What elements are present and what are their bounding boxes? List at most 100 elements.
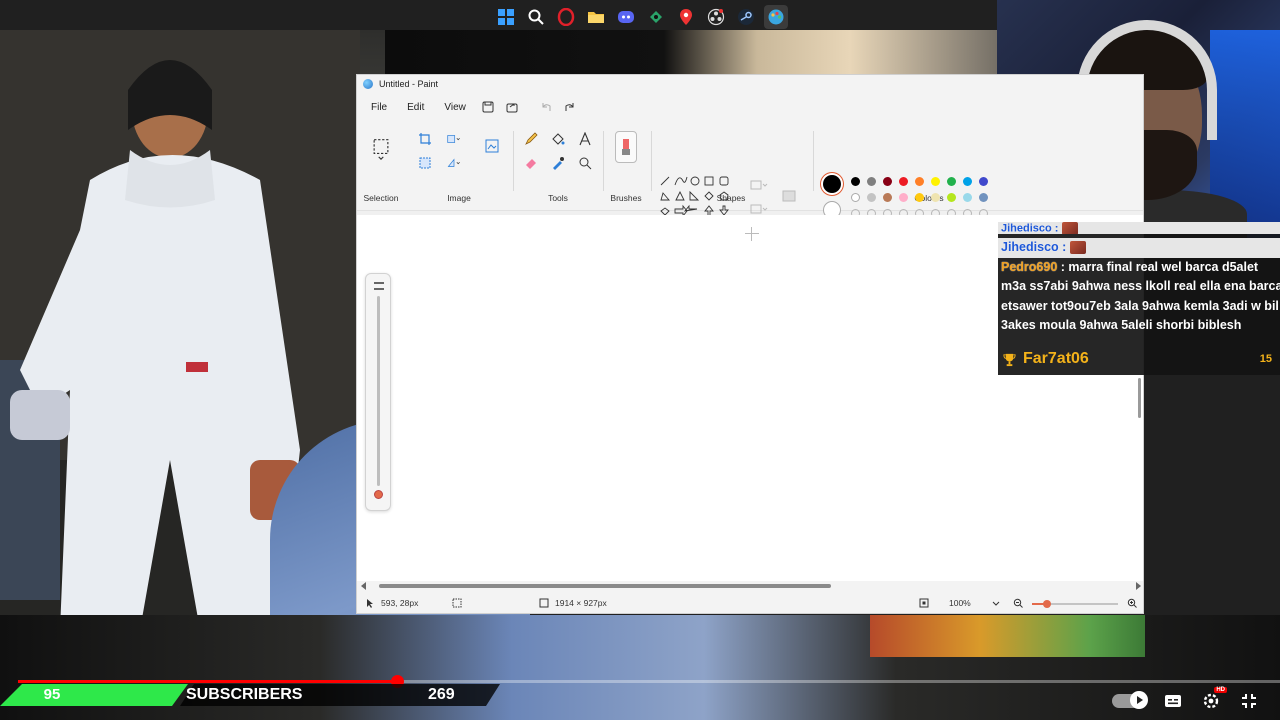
image-edit-icon[interactable] <box>483 137 501 155</box>
zoom-out-icon[interactable] <box>1013 598 1023 608</box>
color-swatch[interactable] <box>931 193 940 202</box>
chat-message-continued: etsawer tot9ou7eb 3ala 9ahwa kemla 3adi … <box>1001 298 1279 313</box>
video-progress-bar[interactable] <box>18 675 1280 688</box>
vertical-scrollbar[interactable] <box>1135 378 1144 608</box>
color-swatch[interactable] <box>931 177 940 186</box>
menu-view[interactable]: View <box>436 98 474 117</box>
app-icon[interactable] <box>644 5 668 29</box>
file-explorer-icon[interactable] <box>584 5 608 29</box>
emote-icon <box>1061 222 1078 234</box>
menu-file[interactable]: File <box>363 98 395 117</box>
scroll-left-icon[interactable] <box>361 582 366 590</box>
color-swatch[interactable] <box>915 177 924 186</box>
color-swatch[interactable] <box>867 193 876 202</box>
color-swatch[interactable] <box>947 193 956 202</box>
color-swatch[interactable] <box>899 177 908 186</box>
zoom-slider-knob[interactable] <box>1043 600 1051 608</box>
color-swatch[interactable] <box>979 193 988 202</box>
trophy-icon <box>1003 353 1016 366</box>
color-swatch[interactable] <box>963 193 972 202</box>
save-icon[interactable] <box>478 97 498 117</box>
fullscreen-exit-icon[interactable] <box>1238 690 1260 712</box>
autoplay-knob <box>1130 691 1148 709</box>
selection-tool-button[interactable] <box>371 135 391 165</box>
subscriber-count: 95 <box>43 686 61 703</box>
chat-username: Pedro690 <box>1001 259 1058 274</box>
color-swatch[interactable] <box>947 177 956 186</box>
group-label-image: Image <box>447 193 471 203</box>
select-all-icon[interactable] <box>417 155 433 171</box>
opera-icon[interactable] <box>554 5 578 29</box>
horizontal-scrollbar[interactable] <box>357 581 1143 591</box>
stroke-size-icon <box>374 282 384 290</box>
color-swatch[interactable] <box>851 193 860 202</box>
group-label-brushes: Brushes <box>610 193 642 203</box>
chat-text: marra final real wel barca d5alet <box>1068 259 1259 274</box>
color-swatch[interactable] <box>979 177 988 186</box>
color-swatch[interactable] <box>915 193 924 202</box>
color-swatch[interactable] <box>867 177 876 186</box>
selection-size-icon <box>452 598 462 608</box>
rotate-icon[interactable] <box>443 155 465 171</box>
group-label-shapes: Shapes <box>716 193 746 203</box>
subtitles-icon[interactable] <box>1162 690 1184 712</box>
redo-icon[interactable] <box>560 97 580 117</box>
color-swatch[interactable] <box>899 193 908 202</box>
primary-color[interactable] <box>823 175 841 193</box>
group-label-selection: Selection <box>363 193 399 203</box>
fit-to-window-icon[interactable] <box>919 598 929 608</box>
top-supporter-count: 15 <box>1259 353 1272 365</box>
search-icon[interactable] <box>524 5 548 29</box>
eraser-icon[interactable] <box>523 155 539 171</box>
window-title: Untitled - Paint <box>379 79 439 89</box>
canvas-size-text: 1914 × 927px <box>555 598 607 608</box>
resize-icon[interactable] <box>443 131 465 147</box>
windows-start-icon[interactable] <box>494 5 518 29</box>
autoplay-toggle[interactable] <box>1112 691 1148 709</box>
stream-frame: Untitled - Paint File Edit View Selectio… <box>0 0 1280 720</box>
outline-fill-options[interactable] <box>749 177 799 217</box>
maps-pin-icon[interactable] <box>674 5 698 29</box>
top-supporter-name: Far7at06 <box>1023 350 1089 367</box>
chat-message: Jihedisco : <box>998 222 1280 234</box>
subscriber-goal: 269 <box>428 686 455 703</box>
share-icon[interactable] <box>502 97 522 117</box>
pointer-icon <box>367 599 373 608</box>
canvas-size-icon <box>539 598 549 608</box>
obs-icon[interactable] <box>704 5 728 29</box>
settings-icon[interactable]: HD <box>1200 687 1227 712</box>
steam-icon[interactable] <box>734 5 758 29</box>
cursor-position: 593, 28px <box>365 598 418 608</box>
color-swatch[interactable] <box>883 177 892 186</box>
color-swatch[interactable] <box>883 193 892 202</box>
scrollbar-thumb[interactable] <box>379 584 831 588</box>
color-swatch[interactable] <box>963 177 972 186</box>
pencil-icon[interactable] <box>523 131 539 147</box>
chat-username: Jihedisco <box>1001 222 1052 234</box>
brush-size-slider[interactable] <box>365 273 391 511</box>
fill-icon[interactable] <box>550 131 566 147</box>
chat-message: Pedro690 : marra final real wel barca d5… <box>1001 259 1259 274</box>
crop-icon[interactable] <box>417 131 433 147</box>
discord-icon[interactable] <box>614 5 638 29</box>
emote-icon <box>1069 241 1086 255</box>
subscriber-label: SUBSCRIBERS <box>186 686 303 703</box>
undo-icon[interactable] <box>536 97 556 117</box>
subscriber-goal-bar: 95 SUBSCRIBERS 269 <box>0 684 500 706</box>
magnifier-icon[interactable] <box>577 155 593 171</box>
crosshair-cursor <box>745 227 759 241</box>
vertical-scrollbar-thumb[interactable] <box>1138 378 1141 418</box>
text-icon[interactable] <box>577 131 593 147</box>
zoom-slider[interactable] <box>1032 600 1118 608</box>
brush-icon[interactable] <box>615 131 637 163</box>
zoom-dropdown[interactable]: 100% <box>949 598 1001 608</box>
slider-knob[interactable] <box>374 490 383 499</box>
paint-app-icon <box>363 79 373 89</box>
paint-icon[interactable] <box>764 5 788 29</box>
hd-badge: HD <box>1214 687 1227 693</box>
menu-edit[interactable]: Edit <box>399 98 432 117</box>
paint-titlebar[interactable]: Untitled - Paint <box>357 75 1143 93</box>
group-label-tools: Tools <box>548 193 568 203</box>
color-swatch[interactable] <box>851 177 860 186</box>
color-picker-icon[interactable] <box>550 155 566 171</box>
